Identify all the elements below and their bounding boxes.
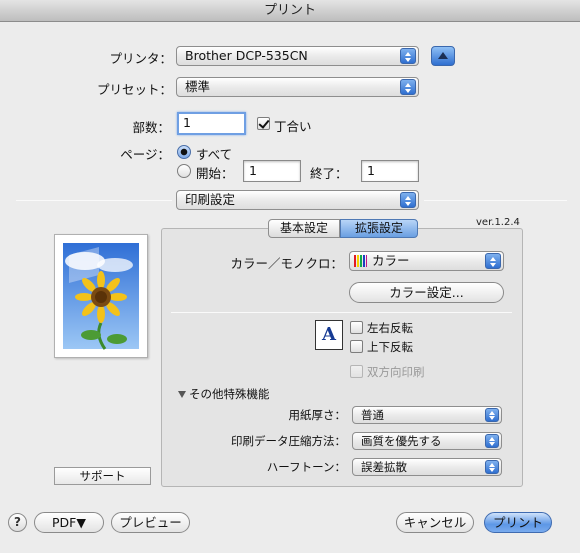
compression-label: 印刷データ圧縮方法： <box>231 434 346 448</box>
print-button[interactable]: プリント <box>484 512 552 533</box>
halftone-popup[interactable]: 誤差拡散 <box>352 458 502 476</box>
panel-value: 印刷設定 <box>185 192 236 207</box>
page-orientation-icon: A <box>315 320 343 350</box>
cancel-button[interactable]: キャンセル <box>396 512 474 533</box>
tab-basic-settings[interactable]: 基本設定 <box>268 219 340 238</box>
collate-label: 丁合い <box>274 119 312 134</box>
popup-arrows-icon <box>485 460 499 474</box>
help-button[interactable]: ? <box>8 513 27 532</box>
bidirectional-checkbox[interactable] <box>350 365 363 378</box>
color-mode-label: カラー／モノクロ： <box>230 256 343 271</box>
printer-value: Brother DCP-535CN <box>185 48 308 63</box>
popup-arrows-icon <box>485 253 501 269</box>
collate-checkbox[interactable] <box>257 117 270 130</box>
version-label: ver.1.2.4 <box>476 217 520 228</box>
color-bars-icon <box>354 255 367 267</box>
support-button[interactable]: サポート <box>54 467 151 485</box>
copies-label: 部数： <box>132 120 170 135</box>
pages-all-radio[interactable] <box>177 145 191 159</box>
color-mode-value: カラー <box>372 253 410 268</box>
pages-from-field[interactable]: 1 <box>243 160 301 182</box>
disclosure-triangle-button[interactable] <box>431 46 455 66</box>
separator-left <box>16 200 172 201</box>
popup-arrows-icon <box>400 48 416 64</box>
paper-thickness-value: 普通 <box>361 408 384 422</box>
paper-thickness-label: 用紙厚さ： <box>288 408 347 422</box>
pages-label: ページ： <box>120 147 170 162</box>
pages-to-field[interactable]: 1 <box>361 160 419 182</box>
preset-value: 標準 <box>185 79 211 94</box>
pages-all-label: すべて <box>196 147 233 162</box>
disclosure-down-icon <box>178 391 186 398</box>
popup-arrows-icon <box>485 408 499 422</box>
popup-arrows-icon <box>400 192 416 208</box>
pdf-button[interactable]: PDF▼ <box>34 512 104 533</box>
pages-to-label: 終了： <box>310 166 348 181</box>
pages-from-label: 開始： <box>196 166 234 181</box>
panel-popup[interactable]: 印刷設定 <box>176 190 419 210</box>
other-features-heading: その他特殊機能 <box>189 387 270 401</box>
printer-label: プリンタ： <box>109 51 172 66</box>
printer-popup[interactable]: Brother DCP-535CN <box>176 46 419 66</box>
pages-from-radio[interactable] <box>177 164 191 178</box>
paper-thickness-popup[interactable]: 普通 <box>352 406 502 424</box>
preset-popup[interactable]: 標準 <box>176 77 419 97</box>
color-settings-button[interactable]: カラー設定... <box>349 282 504 303</box>
separator-right <box>424 200 567 201</box>
halftone-value: 誤差拡散 <box>361 460 407 474</box>
flip-label: 上下反転 <box>367 340 413 354</box>
mirror-checkbox[interactable] <box>350 321 363 334</box>
tab-advanced-settings[interactable]: 拡張設定 <box>340 219 418 238</box>
pane-separator <box>171 312 512 313</box>
compression-popup[interactable]: 画質を優先する <box>352 432 502 450</box>
flip-checkbox[interactable] <box>350 340 363 353</box>
popup-arrows-icon <box>400 79 416 95</box>
other-features-disclosure[interactable]: その他特殊機能 <box>178 386 270 402</box>
color-mode-popup[interactable]: カラー <box>349 251 504 271</box>
window-title: プリント <box>0 0 580 22</box>
popup-arrows-icon <box>485 434 499 448</box>
preset-label: プリセット： <box>96 82 172 97</box>
sunflower-preview-image <box>63 243 139 350</box>
compression-value: 画質を優先する <box>361 434 442 448</box>
preview-button[interactable]: プレビュー <box>111 512 190 533</box>
page-preview <box>54 234 148 358</box>
halftone-label: ハーフトーン： <box>266 460 346 474</box>
copies-field[interactable]: 1 <box>177 112 246 135</box>
bidirectional-label: 双方向印刷 <box>367 365 425 379</box>
mirror-label: 左右反転 <box>367 321 413 335</box>
